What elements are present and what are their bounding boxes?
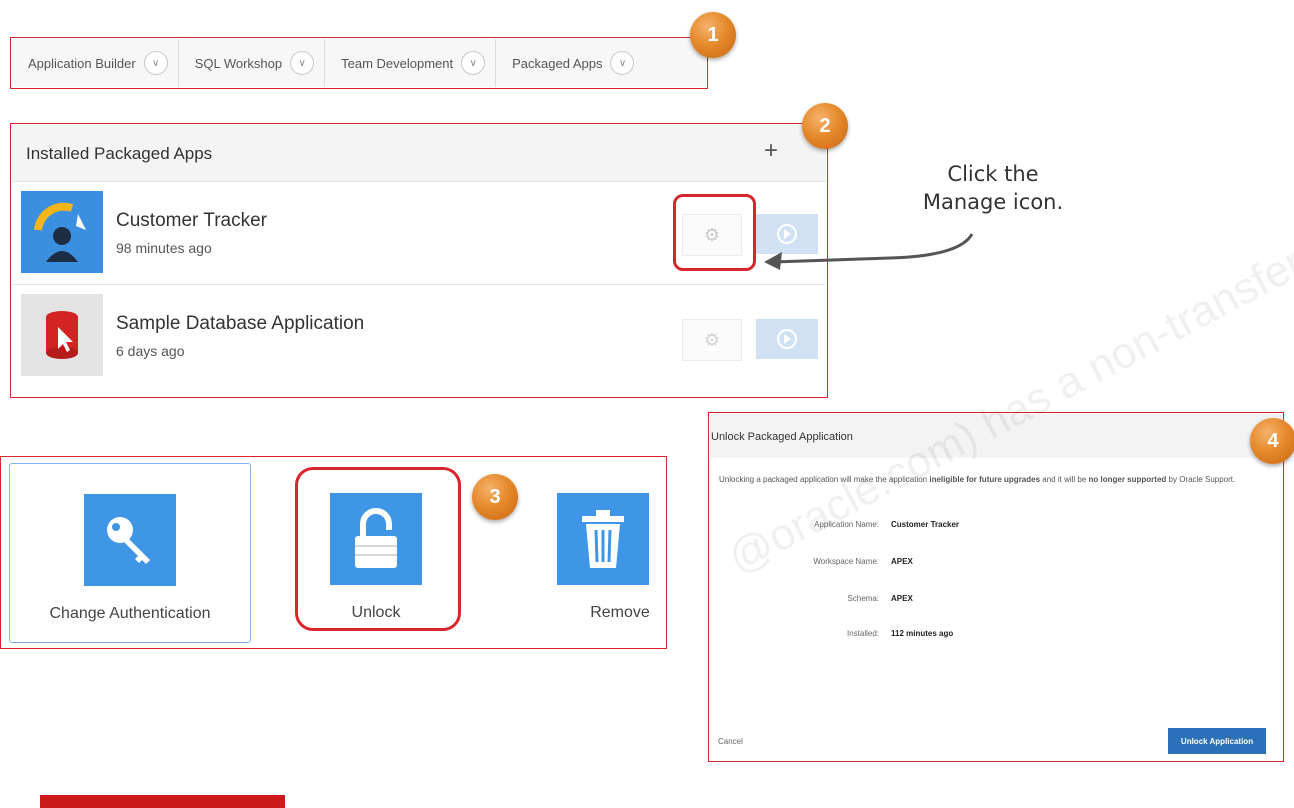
list-item-sample-database-application[interactable]: Sample Database Application 6 days ago ⚙: [12, 285, 826, 387]
message-text: by Oracle Support.: [1166, 475, 1236, 484]
add-icon[interactable]: +: [764, 137, 778, 165]
chevron-down-icon[interactable]: ∨: [290, 51, 315, 75]
tab-team-development[interactable]: Team Development ∨: [325, 39, 497, 87]
chevron-down-icon[interactable]: ∨: [461, 51, 486, 75]
unlock-dialog: Unlock Packaged Application Unlocking a …: [708, 412, 1284, 762]
tab-packaged-apps[interactable]: Packaged Apps ∨: [496, 39, 644, 87]
key-icon: [84, 494, 176, 586]
installed-apps-header: Installed Packaged Apps +: [12, 125, 826, 182]
callout-arrow-icon: [764, 233, 974, 270]
cancel-button[interactable]: Cancel: [718, 737, 743, 746]
field-label: Schema:: [847, 594, 879, 603]
run-button[interactable]: [756, 319, 818, 359]
customer-tracker-app-icon: [21, 191, 103, 273]
red-footer-bar: [40, 795, 285, 808]
message-text: and it will be: [1040, 475, 1089, 484]
dialog-message: Unlocking a packaged application will ma…: [719, 474, 1259, 486]
callout-line-2: Manage icon.: [922, 190, 1064, 214]
gear-icon: ⚙: [703, 329, 721, 350]
dialog-title: Unlock Packaged Application: [711, 431, 853, 443]
step-badge-2: 2: [802, 103, 848, 149]
app-name: Customer Tracker: [116, 210, 267, 231]
field-value: APEX: [891, 557, 913, 566]
step-badge-3: 3: [472, 474, 518, 520]
app-time: 98 minutes ago: [116, 240, 212, 256]
chevron-down-icon[interactable]: ∨: [610, 51, 635, 75]
manage-button[interactable]: ⚙: [682, 319, 742, 361]
tab-application-builder[interactable]: Application Builder ∨: [12, 39, 179, 87]
callout-line-1: Click the: [947, 162, 1039, 186]
unlock-application-button[interactable]: Unlock Application: [1168, 728, 1266, 754]
field-label: Workspace Name:: [813, 557, 879, 566]
change-authentication-card[interactable]: Change Authentication: [9, 463, 251, 643]
app-name: Sample Database Application: [116, 313, 365, 334]
tab-label: Team Development: [341, 55, 454, 71]
step-badge-1: 1: [690, 12, 736, 58]
tab-label: SQL Workshop: [194, 55, 283, 71]
field-label: Installed:: [846, 629, 879, 638]
message-emphasis: no longer supported: [1088, 475, 1167, 484]
unlock-highlight: [295, 467, 461, 631]
sample-database-app-icon: [21, 294, 103, 376]
field-value: Customer Tracker: [891, 520, 960, 529]
step-badge-4: 4: [1250, 418, 1294, 464]
installed-apps-frame: Installed Packaged Apps + Customer Track…: [10, 123, 828, 398]
nav-tabs-frame: Application Builder ∨ SQL Workshop ∨ Tea…: [10, 37, 708, 89]
nav-tabs: Application Builder ∨ SQL Workshop ∨ Tea…: [12, 39, 706, 87]
chevron-down-icon[interactable]: ∨: [143, 51, 168, 75]
card-label: Remove: [590, 604, 650, 621]
callout-text: Click the Manage icon.: [898, 160, 1088, 216]
card-label: Change Authentication: [49, 605, 211, 622]
tab-sql-workshop[interactable]: SQL Workshop ∨: [179, 39, 326, 87]
actions-frame: Change Authentication Unlock Remove: [0, 456, 667, 649]
tab-label: Packaged Apps: [512, 55, 603, 71]
tab-label: Application Builder: [28, 55, 136, 71]
app-time: 6 days ago: [116, 343, 185, 359]
field-value: APEX: [891, 594, 913, 603]
remove-card[interactable]: Remove: [531, 463, 669, 641]
play-icon: [777, 329, 797, 349]
trash-icon: [557, 493, 649, 585]
manage-highlight: [673, 194, 756, 271]
installed-apps-title: Installed Packaged Apps: [26, 144, 213, 163]
field-value: 112 minutes ago: [891, 629, 954, 638]
